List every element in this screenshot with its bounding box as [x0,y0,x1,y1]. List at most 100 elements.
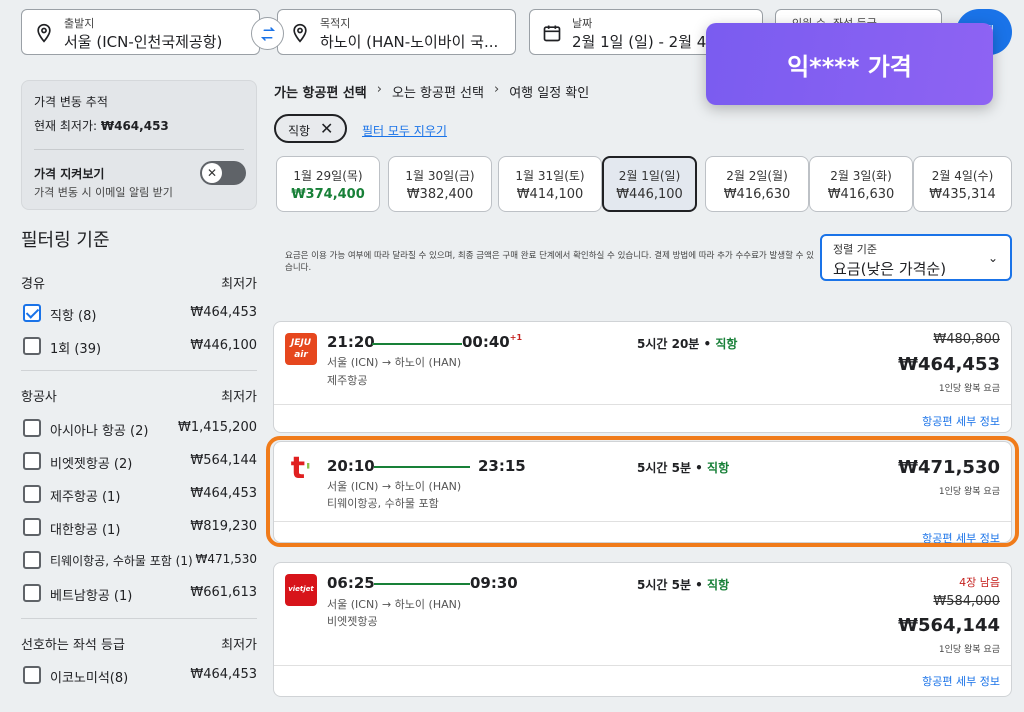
origin-field[interactable]: 출발지 서울 (ICN-인천국제공항) [21,9,260,55]
original-price: ₩480,800 [933,332,1000,347]
filter-label: 1회 (39) [50,342,102,357]
flight-line [374,583,470,585]
filter-airline[interactable]: 베트남항공 (1) ₩661,613 [23,583,257,605]
flight-card[interactable]: JEJU air 21:20 00:40+1 서울 (ICN) → 하노이 (HA… [273,321,1012,433]
airline-name: 제주항공 [327,374,368,387]
depart-time: 21:20 [327,333,375,351]
overlay-banner: 익**** 가격 [706,23,993,105]
chevron-right-icon: › [376,82,382,97]
chevron-right-icon: › [493,82,500,97]
filter-price: ₩464,453 [190,305,257,320]
filter-price: ₩661,613 [190,585,257,600]
separator-dot: • [691,461,708,475]
checkbox-icon[interactable] [23,337,41,355]
filter-one-stop[interactable]: 1회 (39) ₩446,100 [23,336,257,358]
breadcrumb-step-outbound[interactable]: 가는 항공편 선택 [274,82,367,101]
date-option-date: 2월 3일(화) [830,169,892,183]
divider [274,404,1011,405]
swap-arrows-icon [260,26,275,41]
breadcrumb-step-review[interactable]: 여행 일정 확인 [509,82,589,101]
stops-header-label: 경유 [21,277,45,292]
chip-label: 직항 [288,124,311,138]
divider [34,149,244,150]
origin-label: 출발지 [64,17,95,30]
stops-header-price: 최저가 [221,277,257,292]
date-option[interactable]: 1월 30일(금) ₩382,400 [388,156,492,212]
close-icon[interactable]: ✕ [320,119,333,138]
date-option-selected[interactable]: 2월 1일(일) ₩446,100 [602,156,697,212]
divider [21,370,257,371]
filter-price: ₩564,144 [190,453,257,468]
filter-airline[interactable]: 티웨이항공, 수하물 포함 (1) ₩471,530 [23,550,257,572]
checkbox-icon[interactable] [23,666,41,684]
price-watch-toggle[interactable]: ✕ [200,161,246,185]
sort-value: 요금(낮은 가격순) [833,260,947,278]
date-option[interactable]: 2월 4일(수) ₩435,314 [913,156,1012,212]
date-option-date: 2월 1일(일) [618,169,681,183]
flight-details-link[interactable]: 항공편 세부 정보 [922,673,1000,689]
plus-day: +1 [509,333,523,342]
date-option-price: ₩446,100 [616,187,683,202]
checkbox-icon[interactable] [23,452,41,470]
destination-field[interactable]: 목적지 하노이 (HAN-노이바이 국... [277,9,516,55]
airline-name: 비엣젯항공 [327,615,378,628]
nonstop-label: 직항 [707,578,730,592]
date-option[interactable]: 1월 31일(토) ₩414,100 [498,156,602,212]
origin-value: 서울 (ICN-인천국제공항) [64,33,223,51]
breadcrumb-step-return[interactable]: 오는 항공편 선택 [392,82,484,101]
divider [21,618,257,619]
divider [274,521,1011,522]
breadcrumb: 가는 항공편 선택 › 오는 항공편 선택 › 여행 일정 확인 [274,82,599,101]
filter-nonstop[interactable]: 직항 (8) ₩464,453 [23,303,257,325]
location-pin-icon [37,23,51,43]
depart-time: 06:25 [327,574,375,592]
checkbox-icon[interactable] [23,485,41,503]
route: 서울 (ICN) → 하노이 (HAN) [327,598,462,611]
price: ₩464,453 [898,354,1000,375]
nonstop-label: 직항 [715,337,738,351]
filter-airline[interactable]: 아시아나 항공 (2) ₩1,415,200 [23,418,257,440]
checkbox-icon[interactable] [23,518,41,536]
flight-details-link[interactable]: 항공편 세부 정보 [922,413,1000,429]
filter-cabin[interactable]: 이코노미석(8) ₩464,453 [23,665,257,687]
filter-airline[interactable]: 비엣젯항공 (2) ₩564,144 [23,451,257,473]
date-option[interactable]: 1월 29일(목) ₩374,400 [276,156,380,212]
nonstop-filter-chip[interactable]: 직항 ✕ [274,114,347,143]
toggle-off-icon: ✕ [202,163,222,183]
date-option-date: 2월 4일(수) [931,169,994,183]
seats-left: 4장 남음 [959,576,1000,589]
swap-button[interactable] [251,17,284,50]
filter-airline[interactable]: 대한항공 (1) ₩819,230 [23,517,257,539]
tway-air-logo: t' [290,451,312,486]
flight-line [374,466,470,468]
cabin-header-label: 선호하는 좌석 등급 [21,638,125,653]
flight-details-link[interactable]: 항공편 세부 정보 [922,530,1000,546]
sort-select[interactable]: 정렬 기준 요금(낮은 가격순) ⌄ [820,234,1012,281]
checkbox-icon[interactable] [23,419,41,437]
filters-title: 필터링 기준 [21,230,110,251]
checkbox-checked-icon[interactable] [23,304,41,322]
flight-card[interactable]: t' 20:10 23:15 서울 (ICN) → 하노이 (HAN) 티웨이항… [273,441,1012,546]
date-option[interactable]: 2월 2일(월) ₩416,630 [705,156,809,212]
duration-value: 5시간 20분 [637,337,700,351]
filter-label: 아시아나 항공 (2) [50,424,149,439]
sort-label: 정렬 기준 [833,243,877,256]
checkbox-icon[interactable] [23,584,41,602]
duration-value: 5시간 5분 [637,461,691,475]
filter-airline[interactable]: 제주항공 (1) ₩464,453 [23,484,257,506]
nonstop-label: 직항 [707,461,730,475]
airline-name: 티웨이항공, 수하물 포함 [327,497,439,510]
date-option[interactable]: 2월 3일(화) ₩416,630 [809,156,913,212]
chevron-down-icon: ⌄ [987,251,998,265]
price-unit: 1인당 왕복 요금 [938,487,1000,497]
tracker-current-price: ₩464,453 [100,119,169,133]
separator-dot: • [699,337,716,351]
vietjet-logo: vietjet [285,574,317,606]
date-option-date: 2월 2일(월) [726,169,788,183]
checkbox-icon[interactable] [23,551,41,569]
clear-filters-link[interactable]: 필터 모두 지우기 [362,122,447,139]
flight-card[interactable]: vietjet 06:25 09:30 서울 (ICN) → 하노이 (HAN)… [273,562,1012,697]
filter-label: 제주항공 (1) [50,490,121,505]
original-price: ₩584,000 [933,594,1000,609]
watch-subtitle: 가격 변동 시 이메일 알림 받기 [34,186,173,199]
